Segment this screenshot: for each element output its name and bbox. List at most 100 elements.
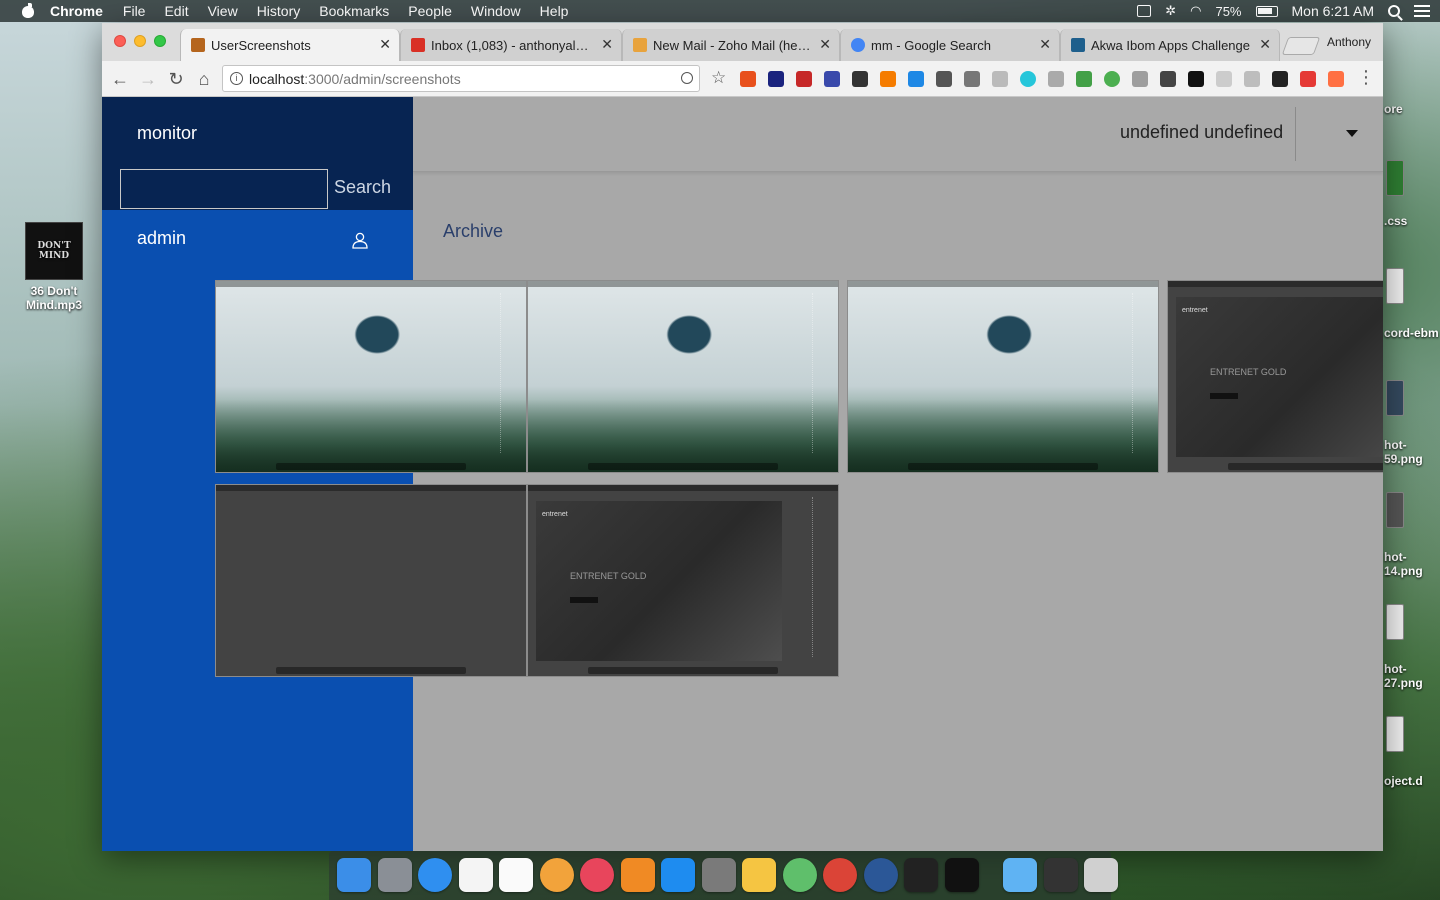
search-button[interactable]: Search [334, 177, 391, 198]
tab-close-icon[interactable]: ✕ [819, 36, 831, 53]
screenshot-thumbnail[interactable] [215, 484, 527, 677]
sidebar-item-admin[interactable]: admin [102, 210, 413, 266]
google-drive-icon[interactable] [1137, 5, 1152, 17]
menu-file[interactable]: File [123, 3, 146, 19]
desktop-file-label[interactable]: oject.d [1384, 774, 1440, 788]
browser-extension-icon[interactable] [1244, 71, 1260, 87]
user-name[interactable]: undefined undefined [1120, 122, 1283, 143]
calendar-icon[interactable] [458, 858, 493, 892]
menu-help[interactable]: Help [540, 3, 569, 19]
tab-zoho-mail[interactable]: New Mail - Zoho Mail (hello@ ✕ [622, 29, 840, 61]
desktop-file-thumbnail[interactable] [1386, 492, 1404, 528]
ibooks-icon[interactable] [620, 858, 655, 892]
battery-icon[interactable] [1255, 5, 1278, 17]
tab-akwa-ibom-apps-challenge[interactable]: Akwa Ibom Apps Challenge ✕ [1060, 29, 1280, 61]
edge-icon[interactable] [863, 858, 898, 892]
browser-extension-icon[interactable] [1328, 71, 1344, 87]
reload-icon[interactable]: ↻ [166, 69, 186, 89]
menu-clock[interactable]: Mon 6:21 AM [1292, 3, 1375, 19]
window-maximize-button[interactable] [154, 35, 166, 47]
menu-history[interactable]: History [257, 3, 301, 19]
browser-extension-icon[interactable] [1104, 71, 1120, 87]
browser-extension-icon[interactable] [964, 71, 980, 87]
screenshot-thumbnail[interactable] [527, 280, 839, 473]
lightbulb-app-icon[interactable] [742, 858, 776, 892]
menu-view[interactable]: View [208, 3, 238, 19]
menu-people[interactable]: People [408, 3, 452, 19]
desktop-file-thumbnail[interactable] [1386, 160, 1404, 196]
tab-close-icon[interactable]: ✕ [1039, 36, 1051, 53]
photos-icon[interactable] [539, 858, 574, 892]
notification-center-icon[interactable] [1414, 5, 1430, 17]
desktop-file-mp3[interactable]: DON'T MIND 36 Don't Mind.mp3 [20, 222, 88, 312]
back-arrow-icon[interactable]: ← [110, 69, 130, 89]
tab-close-icon[interactable]: ✕ [1259, 36, 1271, 53]
window-close-button[interactable] [114, 35, 126, 47]
browser-extension-icon[interactable] [1300, 71, 1316, 87]
brand-title[interactable]: monitor [137, 123, 197, 144]
search-input[interactable] [120, 169, 328, 209]
browser-extension-icon[interactable] [1272, 71, 1288, 87]
itunes-icon[interactable] [580, 858, 614, 892]
browser-extension-icon[interactable] [824, 71, 840, 87]
finder-icon[interactable] [337, 858, 371, 892]
tab-userscreenshots[interactable]: UserScreenshots ✕ [180, 29, 400, 61]
info-icon[interactable]: i [230, 72, 243, 85]
browser-extension-icon[interactable] [740, 71, 756, 87]
caret-down-icon[interactable] [1346, 130, 1358, 137]
desktop-file-thumbnail[interactable] [1386, 604, 1404, 640]
system-preferences-icon[interactable] [701, 858, 736, 892]
spotlight-icon[interactable] [1388, 5, 1400, 17]
app-store-icon[interactable] [661, 858, 695, 892]
browser-extension-icon[interactable] [880, 71, 896, 87]
atom-icon[interactable] [782, 858, 817, 892]
tab-close-icon[interactable]: ✕ [601, 36, 613, 53]
menu-app-chrome[interactable]: Chrome [50, 3, 103, 19]
tab-gmail-inbox[interactable]: Inbox (1,083) - anthonyalarib ✕ [400, 29, 622, 61]
apple-logo-icon[interactable] [20, 3, 36, 19]
bluetooth-icon[interactable]: ✲ [1165, 3, 1176, 19]
bookmark-star-icon[interactable]: ☆ [711, 68, 726, 88]
desktop-file-label[interactable]: .css [1384, 214, 1440, 228]
wifi-icon[interactable]: ◠ [1190, 3, 1201, 19]
safari-icon[interactable] [418, 858, 452, 892]
window-minimize-button[interactable] [134, 35, 146, 47]
screenshot-thumbnail[interactable] [847, 280, 1159, 473]
browser-extension-icon[interactable] [1020, 71, 1036, 87]
address-bar[interactable]: i localhost:3000/admin/screenshots [222, 65, 700, 92]
chrome-icon[interactable] [823, 858, 857, 892]
screenshot-thumbnail[interactable]: entrenet ENTRENET GOLD [527, 484, 839, 677]
reminders-icon[interactable] [499, 858, 533, 892]
terminal-alt-icon[interactable] [944, 858, 979, 892]
browser-extension-icon[interactable] [936, 71, 952, 87]
new-tab-button[interactable] [1281, 37, 1321, 55]
desktop-file-thumbnail[interactable] [1386, 380, 1404, 416]
desktop-file-thumbnail[interactable] [1386, 268, 1404, 304]
desktop-file-label[interactable]: hot-27.png [1384, 662, 1440, 690]
desktop-file-label[interactable]: cord-ebm [1384, 326, 1440, 340]
browser-extension-icon[interactable] [1132, 71, 1148, 87]
zoom-icon[interactable] [681, 72, 693, 84]
browser-extension-icon[interactable] [1216, 71, 1232, 87]
menu-bookmarks[interactable]: Bookmarks [319, 3, 389, 19]
browser-extension-icon[interactable] [1048, 71, 1064, 87]
tab-close-icon[interactable]: ✕ [379, 36, 391, 53]
menu-window[interactable]: Window [471, 3, 521, 19]
browser-extension-icon[interactable] [796, 71, 812, 87]
launchpad-icon[interactable] [377, 858, 412, 892]
browser-extension-icon[interactable] [908, 71, 924, 87]
screenshot-thumbnail[interactable] [215, 280, 527, 473]
screenshot-thumbnail[interactable]: entrenet ENTRENET GOLD [1167, 280, 1383, 473]
trash-icon[interactable] [1084, 858, 1118, 892]
profile-name[interactable]: Anthony [1327, 35, 1371, 49]
terminal-icon[interactable] [904, 858, 938, 892]
browser-extension-icon[interactable] [1160, 71, 1176, 87]
downloads-icon[interactable] [1043, 858, 1078, 892]
desktop-file-label[interactable]: hot-59.png [1384, 438, 1440, 466]
tab-google-search[interactable]: mm - Google Search ✕ [840, 29, 1060, 61]
desktop-file-thumbnail[interactable] [1386, 716, 1404, 752]
folder-icon[interactable] [1003, 858, 1037, 892]
desktop-file-label[interactable]: ore [1384, 102, 1440, 116]
chrome-menu-icon[interactable]: ⋮ [1357, 67, 1375, 88]
browser-extension-icon[interactable] [1076, 71, 1092, 87]
